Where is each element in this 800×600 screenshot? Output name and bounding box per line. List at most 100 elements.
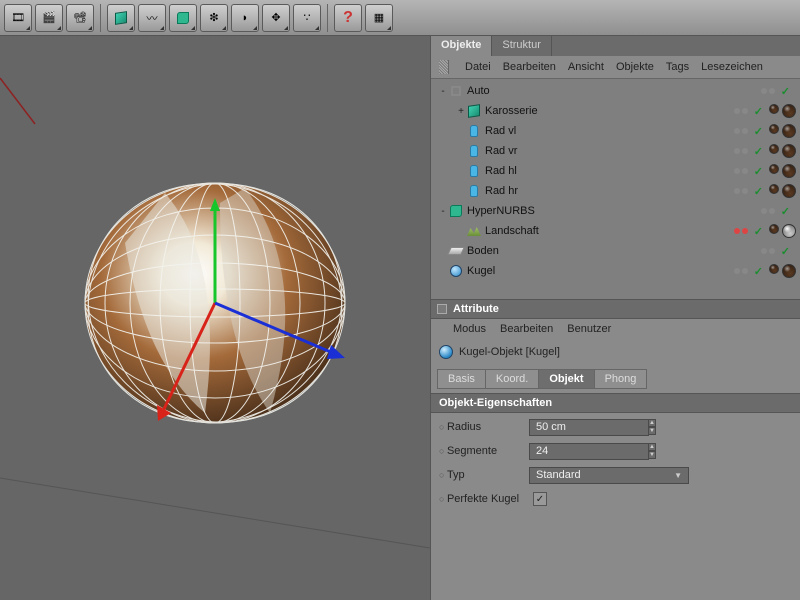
viewport-3d[interactable] [0,36,430,600]
material-tag[interactable] [782,264,796,278]
tag-list [769,164,796,178]
primitive-cube-button[interactable] [107,4,135,32]
cyl-icon [467,184,481,198]
radius-input[interactable]: 50 cm [529,419,649,436]
help-button[interactable]: ? [334,4,362,32]
tree-node-label: Landschaft [485,225,734,237]
render-settings-button[interactable]: 🎬 [35,4,63,32]
material-tag[interactable] [769,104,779,114]
radius-label: Radius [439,421,529,433]
cyl-icon [467,144,481,158]
visibility-dots[interactable] [761,208,775,214]
material-tag[interactable] [782,104,796,118]
attr-tab-objekt[interactable]: Objekt [538,369,593,389]
visibility-dots[interactable] [734,168,748,174]
tree-node-label: Rad vr [485,145,734,157]
attr-tab-phong[interactable]: Phong [594,369,648,389]
object-tree[interactable]: -Auto✓+Karosserie✓Rad vl✓Rad vr✓Rad hl✓R… [431,79,800,299]
segments-label: Segmente [439,445,529,457]
scene-button[interactable]: ✥ [262,4,290,32]
enable-check-icon[interactable]: ✓ [754,265,763,278]
menu-tags[interactable]: Tags [666,61,689,73]
visibility-dots[interactable] [734,108,748,114]
enable-check-icon[interactable]: ✓ [754,105,763,118]
null-icon [449,84,463,98]
tab-struktur[interactable]: Struktur [492,36,552,56]
tree-node[interactable]: +Karosserie✓ [431,101,800,121]
land-icon [467,224,481,238]
tree-node[interactable]: Rad hl✓ [431,161,800,181]
tree-node[interactable]: Landschaft ✓ [431,221,800,241]
enable-check-icon[interactable]: ✓ [754,225,763,238]
panel-grip-icon[interactable] [439,60,449,74]
menu-bearbeiten-attr[interactable]: Bearbeiten [500,323,553,335]
visibility-dots[interactable] [734,228,748,234]
tree-node[interactable]: Kugel✓ [431,261,800,281]
material-tag[interactable] [782,164,796,178]
attribute-tabs: BasisKoord.ObjektPhong [431,365,800,393]
enable-check-icon[interactable]: ✓ [754,145,763,158]
panel-toggle-icon[interactable] [437,304,447,314]
material-tag[interactable] [769,124,779,134]
enable-check-icon[interactable]: ✓ [781,245,790,258]
expand-toggle[interactable]: - [437,206,449,217]
material-tag[interactable] [782,224,796,238]
menu-lesezeichen[interactable]: Lesezeichen [701,61,763,73]
visibility-dots[interactable] [734,148,748,154]
spline-button[interactable]: 〰 [138,4,166,32]
hypernurbs-button[interactable] [169,4,197,32]
enable-check-icon[interactable]: ✓ [754,125,763,138]
menu-datei[interactable]: Datei [465,61,491,73]
menu-bearbeiten[interactable]: Bearbeiten [503,61,556,73]
menu-modus[interactable]: Modus [453,323,486,335]
material-tag[interactable] [782,144,796,158]
enable-check-icon[interactable]: ✓ [781,205,790,218]
tree-node[interactable]: -Auto✓ [431,81,800,101]
material-tag[interactable] [782,184,796,198]
menu-benutzer[interactable]: Benutzer [567,323,611,335]
tag-list [769,184,796,198]
panel-tabs: Objekte Struktur [431,36,800,56]
material-tag[interactable] [769,144,779,154]
expand-toggle[interactable]: + [455,106,467,117]
expand-toggle[interactable]: - [437,86,449,97]
structure-button[interactable]: ▦ [365,4,393,32]
visibility-dots[interactable] [734,128,748,134]
attribute-header-label: Attribute [453,303,499,315]
tree-node[interactable]: Rad vr ✓ [431,141,800,161]
visibility-dots[interactable] [761,88,775,94]
type-dropdown[interactable]: Standard▼ [529,467,689,484]
tree-node[interactable]: -HyperNURBS✓ [431,201,800,221]
visibility-dots[interactable] [734,188,748,194]
menu-objekte[interactable]: Objekte [616,61,654,73]
material-tag[interactable] [769,224,779,234]
enable-check-icon[interactable]: ✓ [781,85,790,98]
picture-viewer-button[interactable]: 📽 [66,4,94,32]
material-tag[interactable] [769,264,779,274]
visibility-dots[interactable] [761,248,775,254]
tab-objekte[interactable]: Objekte [431,36,492,56]
tree-node[interactable]: Rad hr✓ [431,181,800,201]
deformer-button[interactable]: ◗ [231,4,259,32]
attr-tab-basis[interactable]: Basis [437,369,485,389]
tag-list [769,264,796,278]
perfect-sphere-checkbox[interactable]: ✓ [533,492,547,506]
cube-icon [467,104,481,118]
material-tag[interactable] [769,164,779,174]
tree-node[interactable]: Boden✓ [431,241,800,261]
attr-tab-koord[interactable]: Koord. [485,369,538,389]
material-tag[interactable] [769,184,779,194]
menu-ansicht[interactable]: Ansicht [568,61,604,73]
side-panel: Objekte Struktur Datei Bearbeiten Ansich… [430,36,800,600]
render-frame-button[interactable]: 🎞 [4,4,32,32]
radius-stepper[interactable]: ▲▼ [648,419,656,435]
segments-input[interactable]: 24 [529,443,649,460]
segments-stepper[interactable]: ▲▼ [648,443,656,459]
enable-check-icon[interactable]: ✓ [754,185,763,198]
enable-check-icon[interactable]: ✓ [754,165,763,178]
tree-node[interactable]: Rad vl✓ [431,121,800,141]
particles-button[interactable]: ∵ [293,4,321,32]
array-button[interactable]: ❇ [200,4,228,32]
visibility-dots[interactable] [734,268,748,274]
material-tag[interactable] [782,124,796,138]
